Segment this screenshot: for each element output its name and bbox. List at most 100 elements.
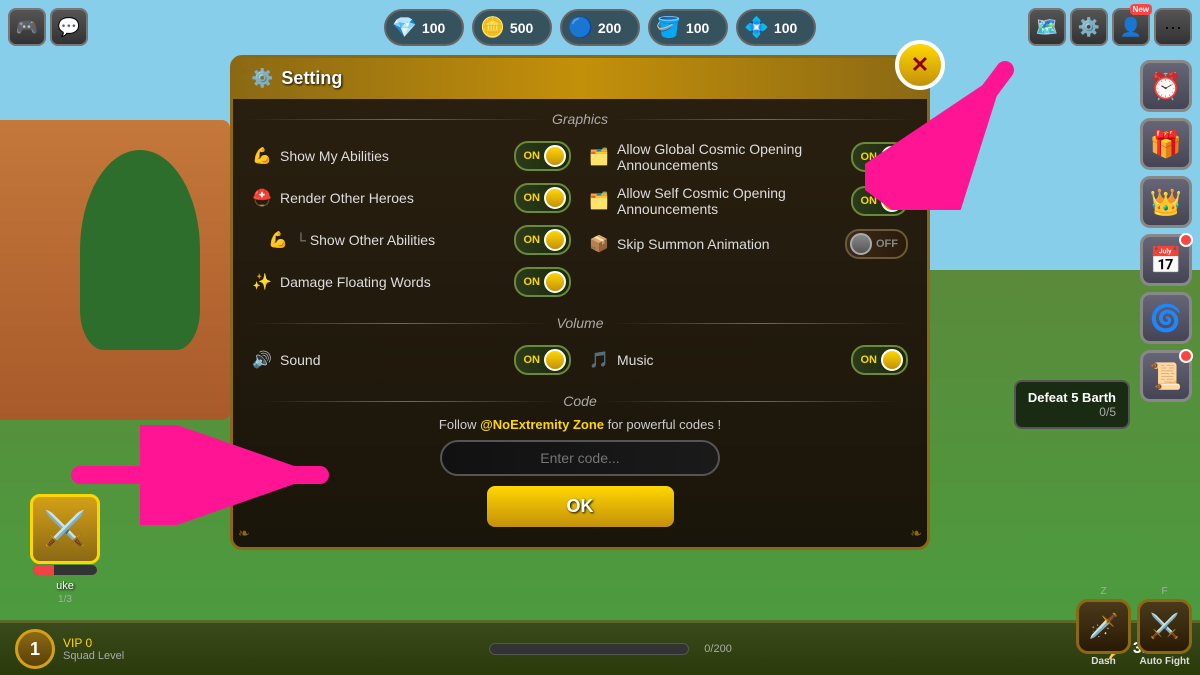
graphics-settings-grid: 💪 Show My Abilities ON ⛑️ Render Other H…: [233, 135, 927, 303]
skip-summon-toggle[interactable]: OFF: [845, 229, 908, 259]
volume-right-col: 🎵 Music ON: [585, 339, 912, 381]
render-heroes-toggle[interactable]: ON: [514, 183, 572, 213]
top-hud: 🎮 💬 💎 100 🪙 500 🔵 200 🪣 100 💠 100 🗺️ ⚙️ …: [0, 0, 1200, 55]
profile-button[interactable]: 👤 New: [1112, 8, 1150, 46]
sidebar-icon-crown[interactable]: 👑: [1140, 176, 1192, 228]
code-channel: @NoExtremity Zone: [480, 417, 604, 432]
new-badge: New: [1130, 4, 1152, 15]
code-line-right: [605, 401, 897, 402]
ok-button[interactable]: OK: [487, 486, 674, 527]
dash-key: Z: [1100, 586, 1106, 597]
background-trees: [80, 150, 200, 350]
skip-summon-label: Skip Summon Animation: [617, 236, 837, 252]
sound-toggle[interactable]: ON: [514, 345, 572, 375]
sidebar-icon-calendar[interactable]: 📅: [1140, 234, 1192, 286]
sidebar-icon-vortex[interactable]: 🌀: [1140, 292, 1192, 344]
section-line-left: [248, 119, 544, 120]
setting-skip-summon: 📦 Skip Summon Animation OFF: [585, 223, 912, 265]
bottom-hud: 1 VIP 0 Squad Level 0/200 ⚡ 3.47 K: [0, 620, 1200, 675]
more-button[interactable]: ···: [1154, 8, 1192, 46]
show-other-abilities-label: Show Other Abilities: [296, 232, 506, 248]
squad-text: VIP 0 Squad Level: [63, 636, 124, 662]
show-my-abilities-toggle[interactable]: ON: [514, 141, 572, 171]
close-button[interactable]: ✕: [895, 40, 945, 90]
coin-value: 500: [510, 20, 533, 36]
crystal-value: 100: [774, 20, 797, 36]
heroes-icon: ⛑️: [252, 188, 272, 208]
code-section-header: Code: [263, 393, 897, 409]
calendar-notification: [1179, 233, 1193, 247]
code-section: Code Follow @NoExtremity Zone for powerf…: [233, 393, 927, 527]
corner-ornament-bl: ❧: [238, 525, 250, 542]
currency-coin: 🪙 500: [472, 9, 552, 46]
toggle-circle-sound: [544, 349, 566, 371]
damage-floating-label: Damage Floating Words: [280, 274, 506, 290]
graphics-title: Graphics: [552, 111, 608, 127]
setting-global-cosmic: 🗂️ Allow Global Cosmic Opening Announcem…: [585, 135, 912, 179]
player-character: ⚔️ uke 1/3: [30, 494, 100, 605]
toggle-circle-gray: [850, 233, 872, 255]
xp-bar-container: 0/200: [139, 643, 1082, 655]
map-button[interactable]: 🗺️: [1028, 8, 1066, 46]
setting-show-other-abilities: 💪 Show Other Abilities ON: [248, 219, 575, 261]
squad-info: 1 VIP 0 Squad Level: [0, 629, 139, 669]
sidebar-icon-scroll[interactable]: 📜: [1140, 350, 1192, 402]
chat-button[interactable]: 💬: [50, 8, 88, 46]
top-right-buttons: 🗺️ ⚙️ 👤 New ···: [1028, 8, 1192, 46]
render-heroes-label: Render Other Heroes: [280, 190, 506, 206]
flame-value: 200: [598, 20, 621, 36]
corner-ornament-br: ❧: [910, 525, 922, 542]
settings-gear-icon: ⚙️: [251, 68, 273, 89]
global-cosmic-label: Allow Global Cosmic Opening Announcement…: [617, 141, 843, 173]
damage-icon: ✨: [252, 272, 272, 292]
currency-gem: 💎 100: [384, 9, 464, 46]
music-toggle[interactable]: ON: [851, 345, 909, 375]
health-bar: [33, 565, 97, 575]
cosmic-self-icon: 🗂️: [589, 191, 609, 211]
cosmic-global-icon: 🗂️: [589, 147, 609, 167]
music-icon: 🎵: [589, 350, 609, 370]
setting-music: 🎵 Music ON: [585, 339, 912, 381]
settings-button[interactable]: ⚙️: [1070, 8, 1108, 46]
code-title: Code: [563, 393, 596, 409]
bucket-icon: 🪣: [656, 15, 681, 40]
show-other-abilities-toggle[interactable]: ON: [514, 225, 572, 255]
damage-floating-toggle[interactable]: ON: [514, 267, 572, 297]
volume-section: Volume 🔊 Sound ON 🎵 Music: [233, 315, 927, 381]
volume-line-left: [248, 323, 549, 324]
vip-label: VIP 0: [63, 636, 124, 650]
volume-left-col: 🔊 Sound ON: [248, 339, 575, 381]
corner-ornament-tl: ❧: [238, 63, 250, 80]
menu-button[interactable]: 🎮: [8, 8, 46, 46]
right-sidebar: ⏰ 🎁 👑 📅 🌀 📜: [1140, 60, 1192, 402]
player-badge: ⚔️: [30, 494, 100, 564]
quest-panel: Defeat 5 Barth 0/5: [1014, 380, 1130, 429]
toggle-circle-2: [544, 187, 566, 209]
auto-fight-button-group: F ⚔️ Auto Fight: [1137, 586, 1192, 667]
modal-title: Setting: [281, 68, 342, 89]
other-abilities-icon: 💪: [268, 230, 288, 250]
toggle-circle-4: [544, 271, 566, 293]
health-fill: [33, 565, 54, 575]
global-cosmic-toggle[interactable]: ON: [851, 142, 909, 172]
self-cosmic-toggle[interactable]: ON: [851, 186, 909, 216]
player-name: uke: [30, 580, 100, 592]
crystal-icon: 💠: [744, 15, 769, 40]
music-label: Music: [617, 352, 843, 368]
dash-button-group: Z 🗡️ Dash: [1076, 586, 1131, 667]
setting-modal: ❧ ❧ ❧ ❧ ⚙️ Setting ✕ Graphics 💪 Show My …: [230, 55, 930, 550]
currency-crystal: 💠 100: [736, 9, 816, 46]
dash-button[interactable]: 🗡️: [1076, 599, 1131, 654]
xp-text: 0/200: [704, 643, 732, 655]
gem-value: 100: [422, 20, 445, 36]
sidebar-icon-timer[interactable]: ⏰: [1140, 60, 1192, 112]
xp-bar: [489, 643, 689, 655]
flame-icon: 🔵: [568, 15, 593, 40]
sidebar-icon-gift[interactable]: 🎁: [1140, 118, 1192, 170]
auto-fight-button[interactable]: ⚔️: [1137, 599, 1192, 654]
code-input[interactable]: [440, 440, 720, 476]
volume-title: Volume: [557, 315, 604, 331]
toggle-circle: [544, 145, 566, 167]
action-buttons: Z 🗡️ Dash F ⚔️ Auto Fight: [1076, 586, 1192, 667]
setting-self-cosmic: 🗂️ Allow Self Cosmic Opening Announcemen…: [585, 179, 912, 223]
